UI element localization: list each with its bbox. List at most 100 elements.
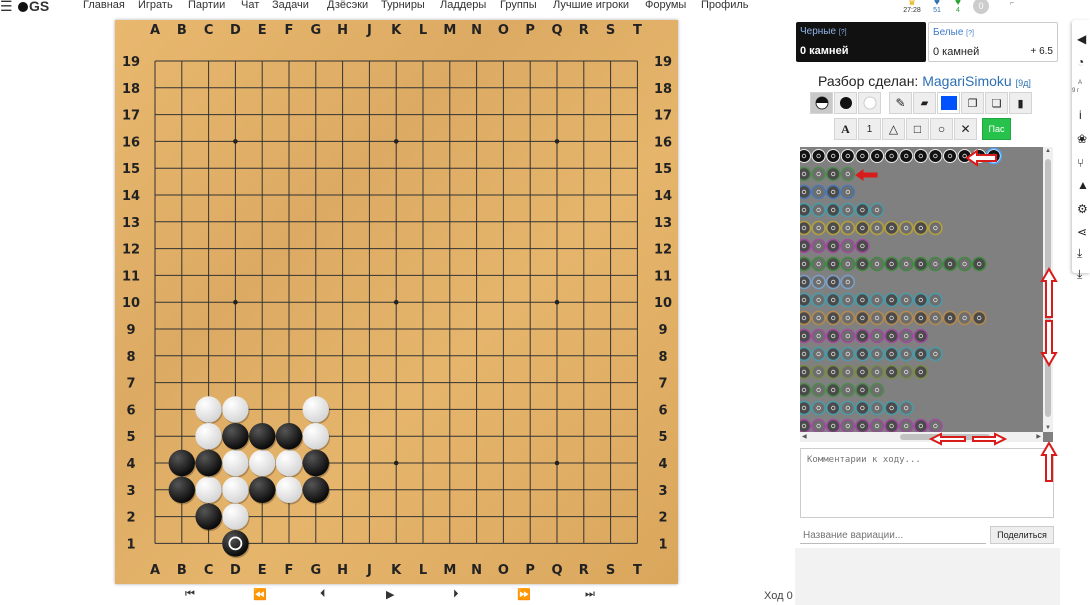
black-stone-button[interactable]: [834, 92, 857, 114]
tree-node[interactable]: [811, 292, 826, 308]
tree-node[interactable]: [928, 310, 943, 326]
tree-node[interactable]: [800, 238, 812, 254]
tree-node[interactable]: [869, 418, 885, 433]
white-stone[interactable]: [302, 396, 329, 423]
tree-node[interactable]: [800, 292, 812, 308]
info-icon[interactable]: i: [1079, 108, 1082, 122]
black-player-card[interactable]: Черные [?] 0 камней: [796, 22, 926, 62]
first-move-button[interactable]: ⏮: [185, 588, 195, 601]
clock-indicator[interactable]: ♛ 27:28: [900, 0, 924, 15]
share-icon[interactable]: ⋖: [1077, 225, 1087, 239]
warning-icon[interactable]: ▲: [1077, 178, 1089, 192]
tree-node[interactable]: [825, 166, 841, 182]
tree-node[interactable]: [898, 256, 914, 272]
tree-node[interactable]: [811, 149, 826, 163]
tree-node[interactable]: [811, 220, 826, 236]
tree-node[interactable]: [855, 202, 870, 218]
nav-joseki[interactable]: Дзёсэки: [327, 0, 368, 11]
tree-node[interactable]: [825, 346, 841, 362]
scroll-left-icon[interactable]: ◀: [802, 433, 807, 440]
black-stone[interactable]: [302, 476, 329, 503]
messages-indicator[interactable]: ♥ 51: [929, 0, 945, 15]
tree-node[interactable]: [800, 166, 812, 182]
white-player-name[interactable]: Белые [?]: [933, 27, 974, 38]
tree-node[interactable]: [855, 292, 870, 308]
tree-node[interactable]: [800, 400, 812, 416]
tree-node[interactable]: [840, 292, 856, 308]
nav-puzzles[interactable]: Задачи: [272, 0, 309, 11]
tree-node[interactable]: [884, 149, 899, 163]
tree-node[interactable]: [898, 292, 914, 308]
tree-node[interactable]: [855, 310, 870, 326]
tree-node[interactable]: [840, 328, 856, 344]
tree-node[interactable]: [855, 418, 870, 433]
tree-node[interactable]: [811, 400, 826, 416]
tree-node[interactable]: [825, 400, 841, 416]
white-stone[interactable]: [302, 423, 329, 450]
white-stone[interactable]: [222, 503, 249, 530]
scroll-right-icon[interactable]: ▶: [1036, 433, 1041, 440]
tree-node[interactable]: [928, 220, 943, 236]
square-mark-button[interactable]: □: [906, 118, 929, 140]
pen-color-swatch[interactable]: [937, 92, 960, 114]
tree-node[interactable]: [898, 418, 914, 433]
tree-node[interactable]: [825, 274, 841, 290]
tree-node[interactable]: [928, 256, 943, 272]
black-stone[interactable]: [275, 423, 303, 450]
tree-node[interactable]: [800, 256, 812, 272]
tree-node[interactable]: [884, 292, 899, 308]
tree-node[interactable]: [825, 238, 841, 254]
tree-node[interactable]: [928, 149, 943, 163]
tree-node[interactable]: [913, 149, 928, 163]
black-player-name[interactable]: Черные [?]: [800, 26, 847, 37]
tree-node[interactable]: [869, 292, 885, 308]
tree-node[interactable]: [825, 292, 841, 308]
timer-icon[interactable]: ◔: [1077, 55, 1084, 69]
last-move-button[interactable]: ⏭: [585, 588, 595, 601]
tree-node[interactable]: [869, 364, 885, 380]
black-stone[interactable]: [168, 449, 195, 477]
black-stone[interactable]: [222, 530, 249, 557]
tree-node[interactable]: [825, 418, 841, 433]
white-stone-button[interactable]: [858, 92, 881, 114]
tree-node[interactable]: [825, 184, 841, 200]
tree-node[interactable]: [884, 328, 899, 344]
back-ten-button[interactable]: ⏪: [253, 588, 267, 601]
tree-node[interactable]: [800, 184, 812, 200]
share-variation-button[interactable]: Поделиться: [990, 526, 1054, 544]
tree-node[interactable]: [811, 256, 826, 272]
ogs-logo[interactable]: GS: [18, 0, 49, 14]
next-move-button[interactable]: ⏵: [453, 588, 459, 601]
tree-node[interactable]: [811, 274, 826, 290]
black-stone[interactable]: [195, 449, 222, 477]
black-stone[interactable]: [168, 476, 195, 503]
tree-node[interactable]: [869, 400, 885, 416]
tree-node[interactable]: [884, 310, 899, 326]
tree-node[interactable]: [898, 364, 914, 380]
forward-ten-button[interactable]: ⏩: [517, 588, 531, 601]
tree-node[interactable]: [800, 364, 812, 380]
tree-node[interactable]: [898, 400, 914, 416]
palette-icon[interactable]: ❀: [1077, 132, 1087, 146]
previous-move-button[interactable]: ⏴: [320, 588, 326, 601]
tree-node[interactable]: [913, 328, 929, 344]
cross-mark-button[interactable]: ✕: [954, 118, 977, 140]
tree-node[interactable]: [840, 238, 856, 254]
tree-node[interactable]: [826, 149, 841, 163]
tree-node[interactable]: [825, 256, 841, 272]
alternate-stone-button[interactable]: [810, 92, 833, 114]
scroll-down-icon[interactable]: ▼: [1045, 425, 1051, 431]
white-player-card[interactable]: Белые [?] 0 камней + 6.5: [928, 22, 1058, 62]
tree-node[interactable]: [811, 346, 826, 362]
tree-node[interactable]: [928, 346, 943, 362]
tree-node[interactable]: [869, 220, 885, 236]
tree-node[interactable]: [898, 220, 914, 236]
tree-node[interactable]: [811, 382, 826, 398]
tree-node[interactable]: [869, 310, 885, 326]
tree-node[interactable]: [840, 310, 856, 326]
tree-node[interactable]: [884, 220, 899, 236]
tree-node[interactable]: [840, 364, 856, 380]
circle-mark-button[interactable]: ○: [930, 118, 953, 140]
tree-node[interactable]: [855, 382, 870, 398]
tree-node[interactable]: [800, 346, 812, 362]
